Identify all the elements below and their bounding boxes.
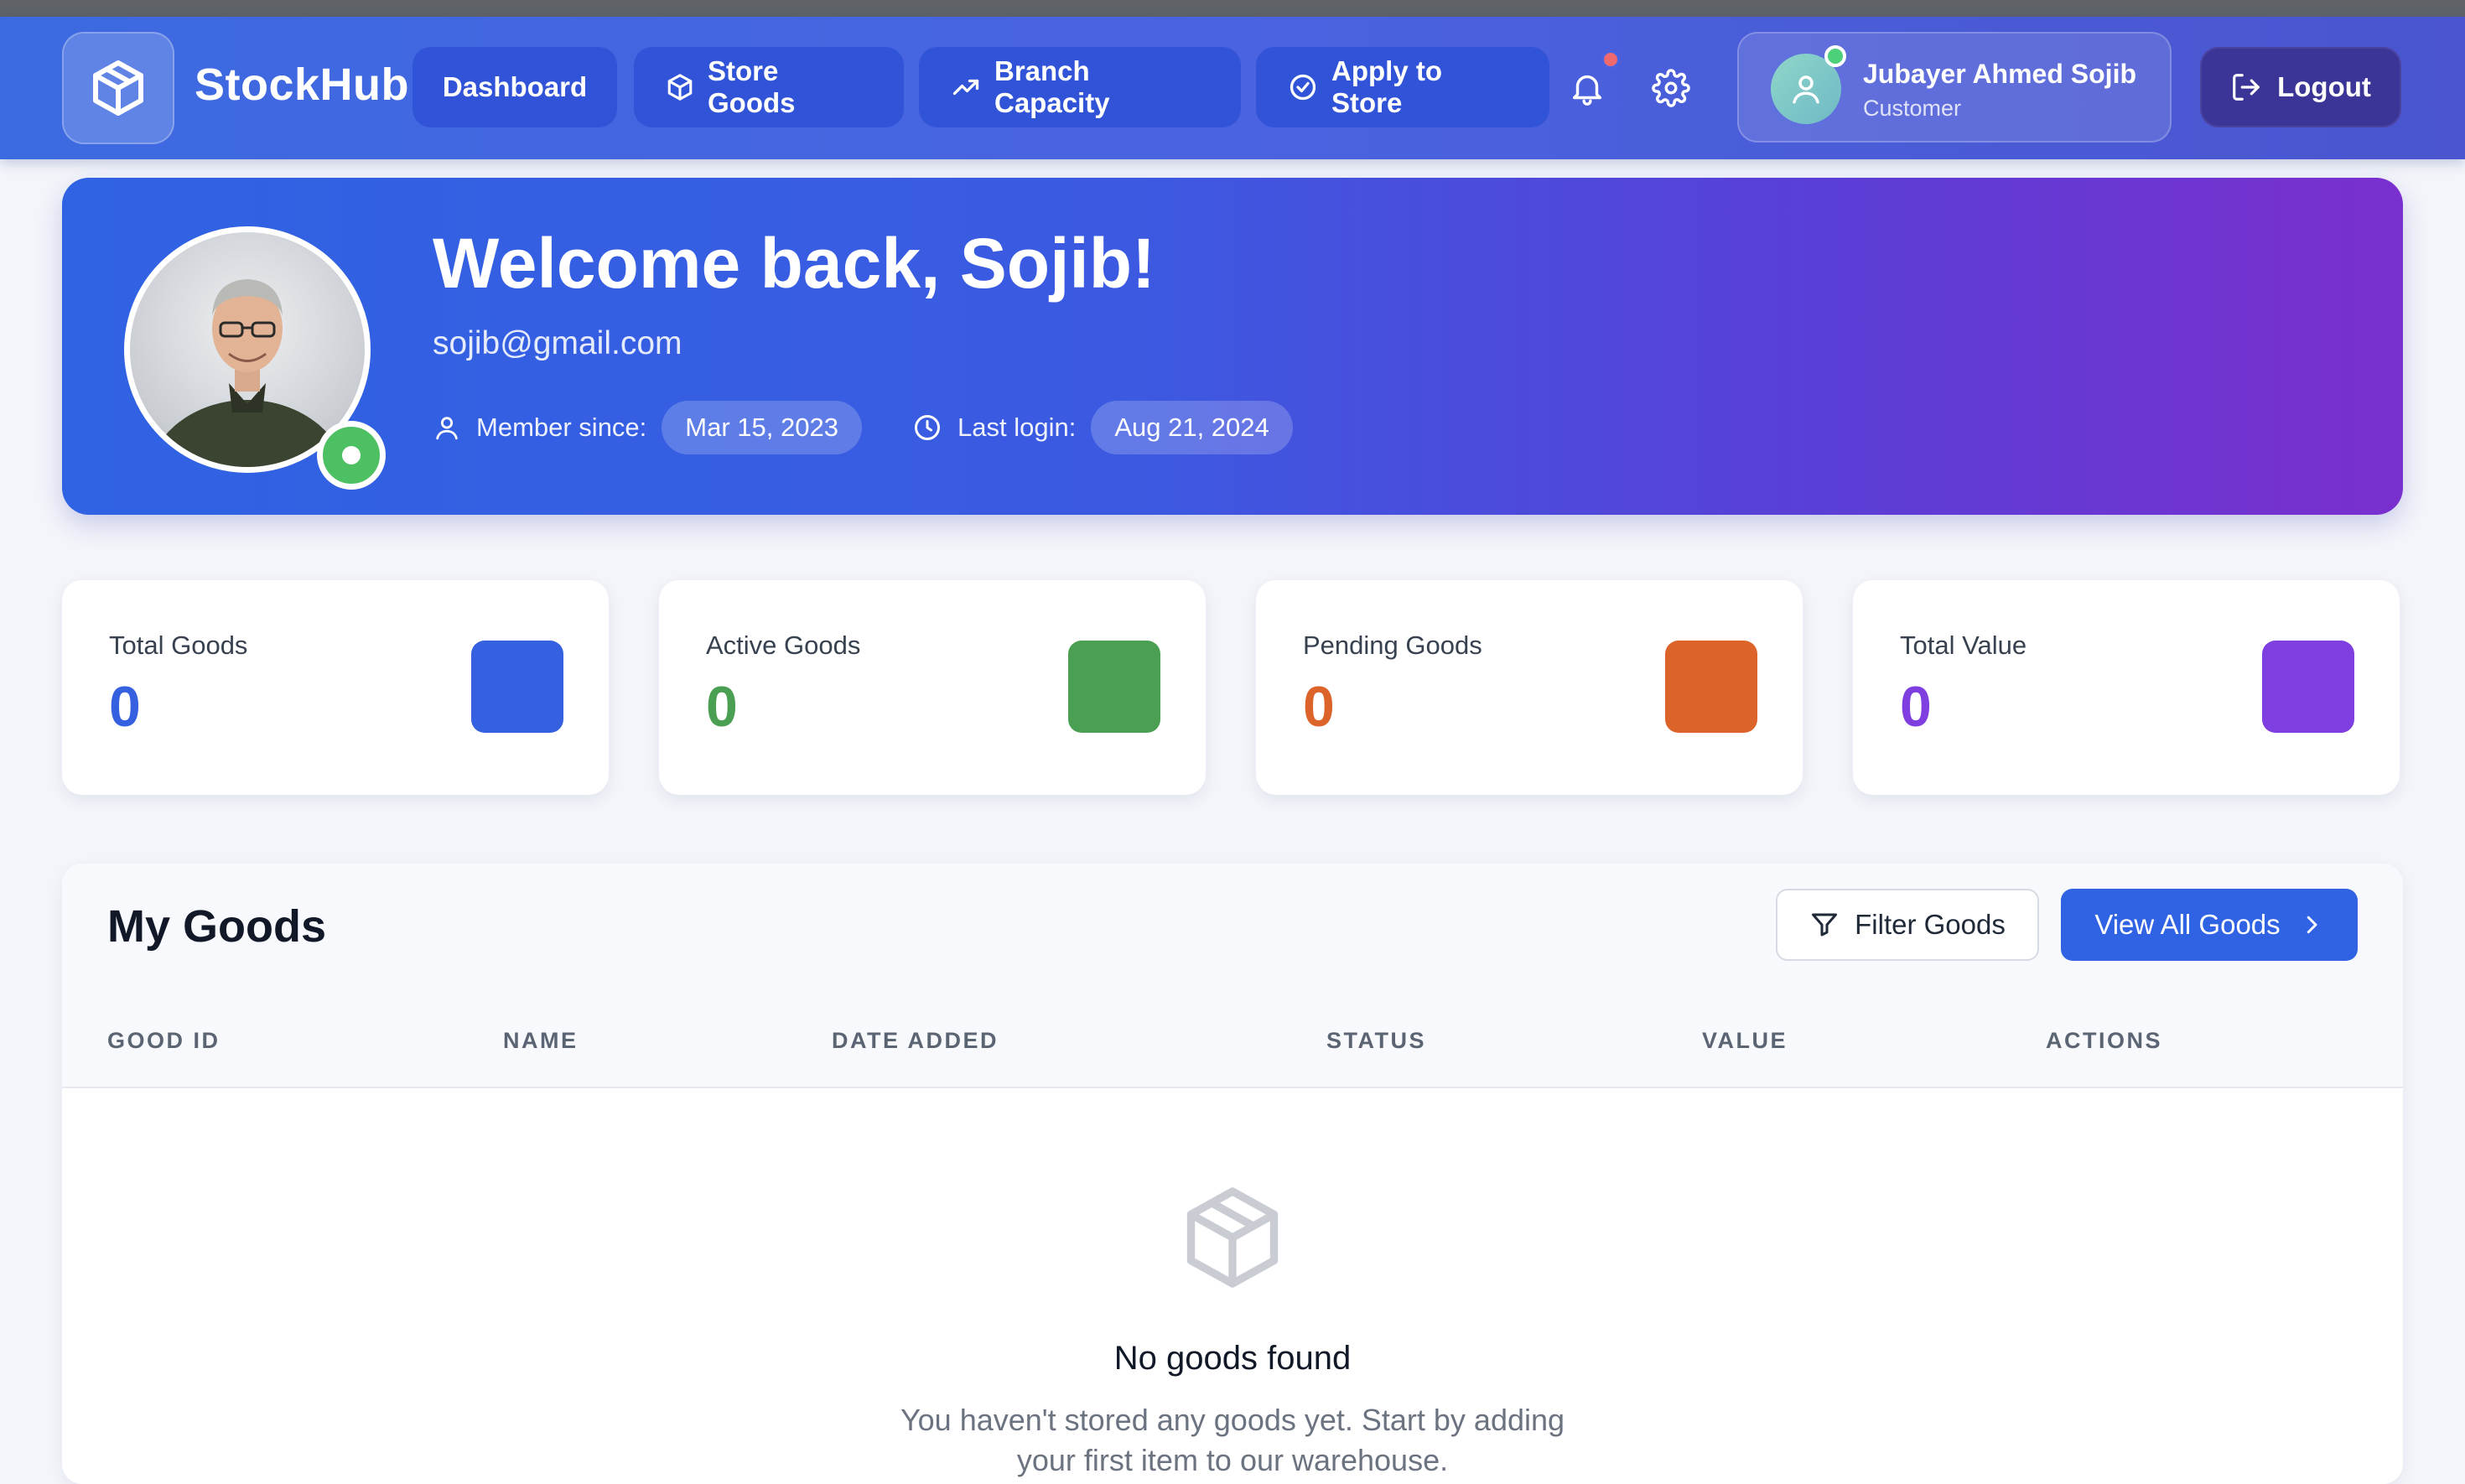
stat-label: Total Value bbox=[1900, 630, 2027, 660]
user-icon bbox=[1793, 75, 1819, 104]
stat-value: 0 bbox=[706, 675, 738, 739]
notification-dot bbox=[1601, 50, 1620, 69]
stat-card-total-goods: Total Goods 0 bbox=[62, 580, 609, 795]
bell-icon bbox=[1572, 75, 1602, 106]
last-login-group: Last login: Aug 21, 2024 bbox=[912, 401, 1293, 454]
column-header-status[interactable]: STATUS bbox=[1326, 1028, 1426, 1054]
user-name: Jubayer Ahmed Sojib bbox=[1863, 59, 2136, 89]
welcome-heading: Welcome back, Sojib! bbox=[433, 224, 1156, 303]
stat-label: Pending Goods bbox=[1303, 630, 1482, 660]
welcome-banner: Welcome back, Sojib! sojib@gmail.com Mem… bbox=[62, 178, 2403, 515]
stat-value: 0 bbox=[1303, 675, 1335, 739]
nav-branch-capacity-label: Branch Capacity bbox=[994, 55, 1110, 118]
user-online-indicator bbox=[1824, 45, 1846, 67]
empty-box-icon bbox=[1186, 1187, 1279, 1288]
logo-box[interactable] bbox=[62, 32, 174, 144]
settings-button[interactable] bbox=[1650, 67, 1692, 109]
stat-label: Active Goods bbox=[706, 630, 861, 660]
user-outline-icon bbox=[436, 417, 458, 440]
user-profile-card[interactable]: Jubayer Ahmed Sojib Customer bbox=[1737, 32, 2172, 143]
stat-value: 0 bbox=[1900, 675, 1932, 739]
os-top-strip bbox=[0, 0, 2465, 17]
goods-panel-header: My Goods Filter Goods View All Goods bbox=[62, 864, 2403, 996]
clock-icon bbox=[915, 415, 940, 440]
brand-name: StockHub bbox=[195, 60, 410, 110]
column-header-date-added[interactable]: DATE ADDED bbox=[832, 1028, 999, 1054]
logout-label: Logout bbox=[2277, 71, 2371, 102]
user-role: Customer bbox=[1863, 96, 1962, 121]
stat-label: Total Goods bbox=[109, 630, 248, 660]
notifications-button[interactable] bbox=[1566, 67, 1608, 109]
box-logo-icon bbox=[93, 60, 143, 116]
stat-card-active-goods: Active Goods 0 bbox=[659, 580, 1206, 795]
chevron-right-icon bbox=[2307, 916, 2317, 934]
nav-apply-to-store-label: Apply to Store bbox=[1331, 55, 1442, 118]
gear-icon bbox=[1652, 69, 1690, 107]
my-goods-panel: My Goods Filter Goods View All Goods GOO… bbox=[62, 864, 2403, 1484]
column-header-name[interactable]: NAME bbox=[503, 1028, 579, 1054]
logout-icon bbox=[2233, 74, 2260, 101]
goods-table-header: GOOD ID NAME DATE ADDED STATUS VALUE ACT… bbox=[62, 994, 2403, 1088]
member-since-value: Mar 15, 2023 bbox=[662, 401, 862, 454]
column-header-value[interactable]: VALUE bbox=[1702, 1028, 1788, 1054]
last-login-label: Last login: bbox=[957, 413, 1077, 442]
check-circle-icon bbox=[1290, 74, 1316, 101]
box-icon bbox=[667, 74, 693, 101]
nav-store-goods-label: Store Goods bbox=[708, 55, 796, 118]
stat-color-block bbox=[471, 641, 563, 733]
stat-card-pending-goods: Pending Goods 0 bbox=[1256, 580, 1803, 795]
nav-branch-capacity[interactable]: Branch Capacity bbox=[919, 47, 1241, 127]
filter-icon bbox=[1812, 913, 1838, 937]
view-all-goods-label: View All Goods bbox=[2094, 909, 2281, 940]
nav-dashboard-label: Dashboard bbox=[442, 71, 588, 102]
nav-dashboard[interactable]: Dashboard bbox=[413, 47, 617, 127]
stat-color-block bbox=[1665, 641, 1757, 733]
filter-goods-button[interactable]: Filter Goods bbox=[1776, 889, 2039, 961]
member-since-group: Member since: Mar 15, 2023 bbox=[433, 401, 862, 454]
view-all-goods-button[interactable]: View All Goods bbox=[2061, 889, 2358, 961]
member-since-label: Member since: bbox=[476, 413, 647, 442]
empty-state-text: You haven't stored any goods yet. Start … bbox=[900, 1403, 1565, 1477]
column-header-actions: ACTIONS bbox=[2046, 1028, 2162, 1053]
column-header-good-id[interactable]: GOOD ID bbox=[107, 1028, 221, 1054]
stat-value: 0 bbox=[109, 675, 141, 739]
nav-store-goods[interactable]: Store Goods bbox=[634, 47, 904, 127]
logout-button[interactable]: Logout bbox=[2200, 47, 2401, 127]
stat-color-block bbox=[1068, 641, 1160, 733]
empty-state-title: No goods found bbox=[1113, 1340, 1352, 1377]
last-login-value: Aug 21, 2024 bbox=[1091, 401, 1293, 454]
nav-apply-to-store[interactable]: Apply to Store bbox=[1256, 47, 1549, 127]
stat-card-total-value: Total Value 0 bbox=[1853, 580, 2400, 795]
top-navbar: StockHub Dashboard Store Goods Branch Ca… bbox=[0, 17, 2465, 159]
goods-title: My Goods bbox=[107, 901, 327, 952]
online-status-indicator bbox=[317, 421, 386, 490]
filter-goods-label: Filter Goods bbox=[1855, 909, 2006, 940]
trending-up-icon bbox=[952, 79, 979, 96]
stat-color-block bbox=[2262, 641, 2354, 733]
user-email: sojib@gmail.com bbox=[433, 325, 682, 361]
